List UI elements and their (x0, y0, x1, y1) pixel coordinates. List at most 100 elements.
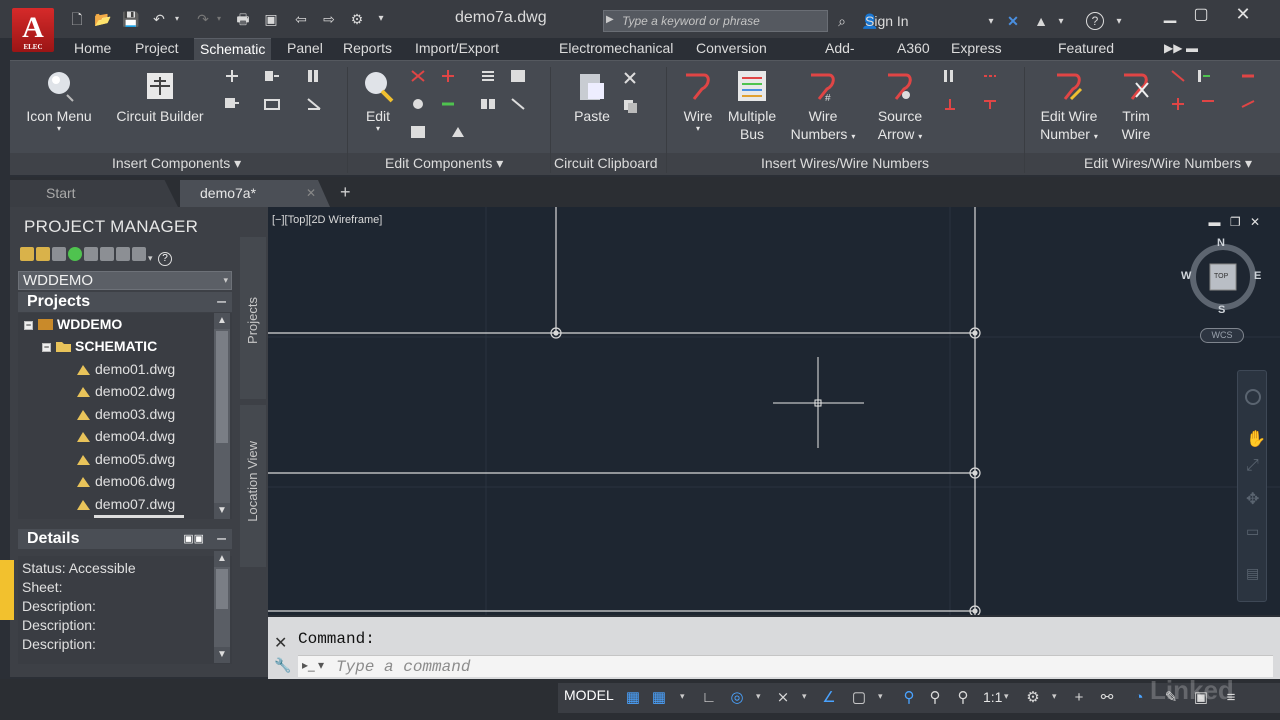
units-icon[interactable]: ⚯ (1098, 689, 1116, 707)
open-file-icon[interactable]: 📂 (94, 10, 112, 28)
tree-item-wddemo[interactable]: − WDDEMO (24, 313, 122, 335)
polar-dropdown-icon[interactable]: ▾ (756, 691, 761, 702)
trim-wire-button[interactable]: Trim Wire (1114, 69, 1158, 143)
binoculars-search-icon[interactable]: ⌕ (833, 12, 851, 30)
viewcube-top-face[interactable]: TOP (1214, 273, 1228, 280)
compass-north[interactable]: N (1217, 237, 1225, 249)
minimize-button[interactable]: ▁ (1155, 4, 1185, 24)
close-tab-icon[interactable]: ✕ (306, 180, 316, 207)
grid-icon[interactable]: ▦ (624, 689, 642, 707)
project-help-icon[interactable]: ? (158, 252, 172, 266)
wire-tool-small-icon-2[interactable] (982, 69, 998, 83)
compass-west[interactable]: W (1181, 270, 1191, 282)
project-select-dropdown-icon[interactable]: ▾ (223, 272, 228, 289)
object-snap-dropdown-icon[interactable]: ▾ (878, 691, 883, 702)
plot-icon[interactable]: 🖶 (234, 10, 252, 28)
icon-menu-button[interactable]: Icon Menu ▾ (24, 69, 94, 133)
help-dropdown-icon[interactable]: ▾ (1110, 13, 1128, 31)
toolbar-dropdown-icon[interactable]: ▾ (148, 253, 156, 267)
tab-reports[interactable]: Reports (337, 38, 398, 60)
details-view-icon[interactable]: ▣▣ (183, 529, 204, 549)
open-project-icon[interactable] (20, 247, 34, 261)
tree-item-demo06[interactable]: demo06.dwg (76, 470, 175, 492)
tab-electromechanical[interactable]: Electromechanical (553, 38, 679, 60)
next-drawing-icon[interactable]: ⇨ (320, 10, 338, 28)
project-settings-icon[interactable] (100, 247, 114, 261)
project-select[interactable]: WDDEMO ▾ (18, 271, 232, 290)
edit-wire-small-icon-2[interactable] (1196, 69, 1212, 83)
edit-wire-small-icon-5[interactable] (1200, 97, 1216, 111)
new-project-icon[interactable] (36, 247, 50, 261)
tab-demo7a[interactable]: demo7a* ✕ (180, 180, 330, 207)
copy-icon[interactable] (622, 99, 638, 113)
object-snap-tracking-icon[interactable]: ∠ (820, 689, 838, 707)
details-scrollbar[interactable]: ▲ ▼ (214, 551, 230, 663)
edit-wire-number-button[interactable]: Edit Wire Number ▾ (1034, 69, 1104, 146)
edit-button[interactable]: Edit ▾ (358, 69, 398, 133)
isodraft-icon[interactable]: ⨯ (774, 689, 792, 707)
move-component-icon[interactable] (510, 69, 526, 83)
scroll-up-icon[interactable]: ▲ (214, 313, 230, 329)
panel-insert-components[interactable]: Insert Components ▾ (112, 155, 241, 172)
align-icon[interactable] (480, 69, 496, 83)
tree-item-demo07[interactable]: demo07.dwg (76, 493, 175, 515)
compass-south[interactable]: S (1218, 304, 1225, 316)
command-line-close-icon[interactable]: ✕ (274, 633, 287, 653)
redo-dropdown-icon[interactable]: ▾ (210, 10, 228, 28)
tree-item-demo03[interactable]: demo03.dwg (76, 403, 175, 425)
close-window-button[interactable]: ✕ (1228, 4, 1258, 24)
scroll-up-icon[interactable]: ▲ (214, 551, 230, 567)
tab-import-export-data[interactable]: Import/Export Data (409, 38, 505, 77)
edit-wire-small-icon-6[interactable] (1240, 97, 1256, 111)
plot-project-icon[interactable] (132, 247, 146, 261)
tree-item-demo02[interactable]: demo02.dwg (76, 380, 175, 402)
previous-drawing-icon[interactable]: ⇦ (292, 10, 310, 28)
side-tab-location-view[interactable]: Location View (240, 405, 266, 567)
insert-component-small-icon-6[interactable] (306, 97, 322, 111)
tab-express-tools[interactable]: Express Tools (945, 38, 1008, 77)
recent-commands-icon[interactable]: ▸_ ▾ (302, 658, 324, 672)
collapse-toggle-icon[interactable]: − (24, 321, 33, 330)
circuit-builder-button[interactable]: Circuit Builder (112, 69, 208, 125)
viewport-restore-icon[interactable]: ❐ (1230, 215, 1241, 229)
edit-wire-small-icon-3[interactable] (1240, 69, 1256, 83)
scroll-down-icon[interactable]: ▼ (214, 647, 230, 663)
collapse-toggle-icon[interactable]: − (42, 343, 51, 352)
tree-item-demo01[interactable]: demo01.dwg (76, 358, 175, 380)
details-section-header[interactable]: Details ▣▣ – (18, 529, 232, 549)
toggle-no-nc-icon[interactable] (410, 125, 426, 139)
attribute-icon[interactable] (450, 125, 466, 139)
project-task-icon[interactable] (84, 247, 98, 261)
insert-component-small-icon-4[interactable] (224, 97, 240, 111)
annotation-scale-value[interactable]: 1:1 (983, 689, 1002, 705)
tree-item-schematic[interactable]: − SCHEMATIC (42, 335, 157, 357)
swap-icon[interactable] (480, 97, 496, 111)
steering-wheel-icon[interactable] (1245, 389, 1261, 405)
delete-attribute-icon[interactable] (510, 97, 526, 111)
insert-component-small-icon-2[interactable] (264, 69, 280, 83)
details-scroll-thumb[interactable] (216, 569, 228, 609)
viewport-close-icon[interactable]: ✕ (1250, 215, 1260, 229)
tab-start[interactable]: Start (10, 180, 178, 207)
application-menu-button[interactable]: A ELEC (12, 8, 54, 52)
viewport-controls-label[interactable]: [−][Top][2D Wireframe] (272, 214, 382, 226)
insert-component-small-icon-3[interactable] (306, 69, 322, 83)
tab-project[interactable]: Project (129, 38, 185, 60)
tree-scrollbar[interactable]: ▲ ▼ (214, 313, 230, 519)
scoot-icon[interactable] (410, 97, 426, 111)
stay-connected-icon[interactable]: ▲ (1032, 12, 1050, 30)
exchange-apps-icon[interactable]: ✕ (1004, 12, 1022, 30)
source-arrow-button[interactable]: Source Arrow ▾ (870, 69, 930, 146)
new-tab-plus-icon[interactable]: + (340, 182, 351, 203)
sign-in-dropdown-icon[interactable]: ▾ (982, 13, 1000, 31)
annotation-visibility-icon[interactable]: ⚲ (900, 689, 918, 707)
command-input[interactable] (336, 658, 936, 676)
refresh-icon[interactable] (68, 247, 82, 261)
save-icon[interactable]: 💾 (122, 10, 140, 28)
zoom-extents-icon[interactable]: ⤢ (1246, 457, 1259, 475)
object-snap-icon[interactable]: ▢ (850, 689, 868, 707)
undo-dropdown-icon[interactable]: ▾ (168, 10, 186, 28)
wcs-menu[interactable]: WCS (1200, 328, 1244, 343)
edit-wire-small-icon-4[interactable] (1170, 97, 1186, 111)
customize-qat-icon[interactable]: ▾ (372, 10, 390, 28)
